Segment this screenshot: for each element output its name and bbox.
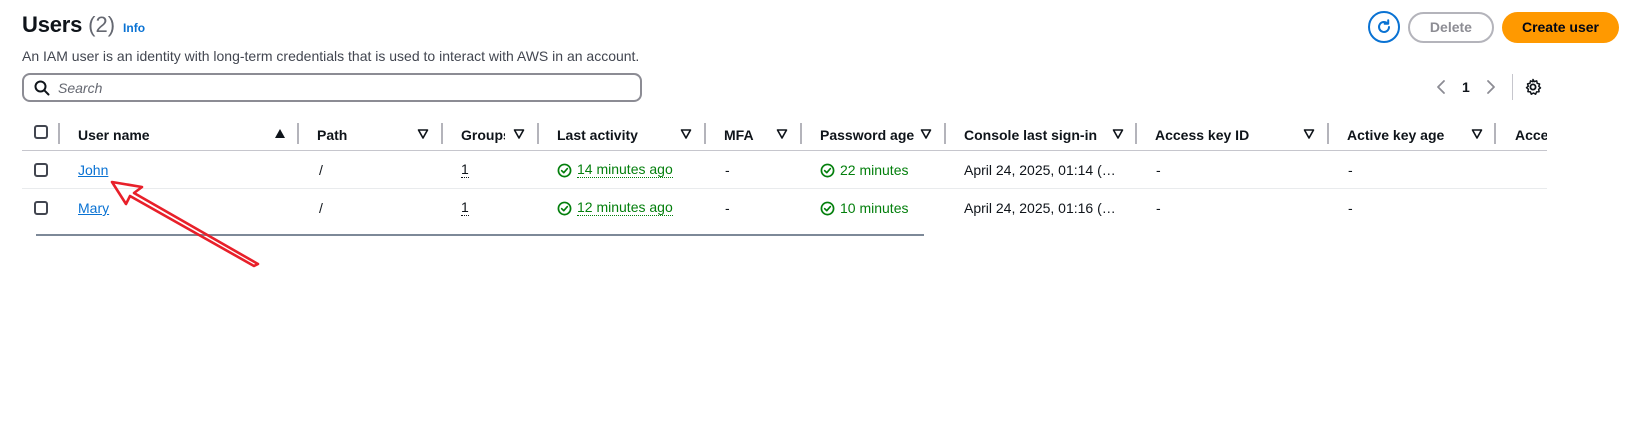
path-cell: / <box>319 162 323 178</box>
column-divider <box>1494 123 1496 144</box>
column-header-active-key-age[interactable]: Active key age <box>1347 118 1467 151</box>
access-key-id-cell: - <box>1156 200 1161 216</box>
table-row: John / 1 14 minutes ago - 22 minutes Apr… <box>22 151 1547 189</box>
next-page-button[interactable] <box>1482 78 1500 96</box>
create-user-button[interactable]: Create user <box>1501 11 1619 43</box>
column-divider <box>704 123 706 144</box>
column-header-mfa[interactable]: MFA <box>724 118 774 151</box>
current-page-number[interactable]: 1 <box>1462 79 1470 95</box>
search-input[interactable] <box>58 79 618 96</box>
column-header-user-name[interactable]: User name <box>78 118 228 151</box>
user-count: (2) <box>88 12 116 37</box>
password-age-status: 22 minutes <box>820 162 908 178</box>
column-header-groups[interactable]: Groups <box>461 118 505 151</box>
active-key-age-cell: - <box>1348 200 1353 216</box>
previous-page-button[interactable] <box>1432 78 1450 96</box>
mfa-cell: - <box>725 162 730 178</box>
column-header-console-last-sign-in[interactable]: Console last sign-in <box>964 118 1114 151</box>
column-divider <box>1135 123 1137 144</box>
column-divider <box>537 123 539 144</box>
horizontal-scrollbar[interactable] <box>36 234 924 236</box>
sort-icon[interactable] <box>1303 128 1315 140</box>
user-name-link[interactable]: Mary <box>78 200 109 216</box>
refresh-icon <box>1377 19 1390 33</box>
sort-icon[interactable] <box>680 128 692 140</box>
row-checkbox[interactable] <box>34 163 48 177</box>
row-checkbox[interactable] <box>34 201 48 215</box>
sort-icon[interactable] <box>417 128 429 140</box>
page-header: Users (2) Info <box>22 12 145 38</box>
table-row: Mary / 1 12 minutes ago - 10 minutes Apr… <box>22 189 1547 227</box>
column-divider <box>297 123 299 144</box>
iam-users-page: Users (2) Info An IAM user is an identit… <box>0 0 1637 446</box>
success-check-icon <box>557 201 572 215</box>
path-cell: / <box>319 200 323 216</box>
column-divider <box>800 123 802 144</box>
last-activity-status[interactable]: 14 minutes ago <box>557 162 673 178</box>
sort-icon[interactable] <box>1112 128 1124 140</box>
select-all-checkbox[interactable] <box>34 125 48 139</box>
gear-icon[interactable] <box>1524 78 1542 96</box>
access-key-id-cell: - <box>1156 162 1161 178</box>
column-header-password-age[interactable]: Password age <box>820 118 930 151</box>
sort-icon[interactable] <box>1471 128 1483 140</box>
pagination: 1 <box>1432 78 1500 96</box>
header-actions: Delete Create user <box>1367 11 1619 43</box>
page-title: Users <box>22 12 83 37</box>
last-activity-status[interactable]: 12 minutes ago <box>557 200 673 216</box>
success-check-icon <box>820 163 835 177</box>
sort-icon[interactable] <box>920 128 932 140</box>
password-age-text: 22 minutes <box>840 162 909 178</box>
column-header-access[interactable]: Access <box>1515 118 1547 151</box>
mfa-cell: - <box>725 200 730 216</box>
sort-icon[interactable] <box>513 128 525 140</box>
column-divider <box>441 123 443 144</box>
column-divider <box>944 123 946 144</box>
users-table: User name Path Groups Last activity MFA … <box>22 118 1547 227</box>
chevron-left-icon <box>1437 80 1445 94</box>
last-activity-text: 12 minutes ago <box>577 199 673 216</box>
page-description: An IAM user is an identity with long-ter… <box>22 48 640 64</box>
groups-count[interactable]: 1 <box>461 162 469 178</box>
column-header-path[interactable]: Path <box>317 118 397 151</box>
info-link[interactable]: Info <box>123 21 145 35</box>
sort-ascending-icon[interactable] <box>274 128 286 140</box>
column-divider <box>1327 123 1329 144</box>
refresh-button[interactable] <box>1367 11 1400 43</box>
column-header-last-activity[interactable]: Last activity <box>557 118 667 151</box>
password-age-status: 10 minutes <box>820 200 908 216</box>
table-header: User name Path Groups Last activity MFA … <box>22 118 1547 151</box>
chevron-right-icon <box>1486 80 1495 94</box>
column-header-access-key-id[interactable]: Access key ID <box>1155 118 1275 151</box>
user-name-link[interactable]: John <box>78 162 108 178</box>
groups-count[interactable]: 1 <box>461 200 469 216</box>
column-divider <box>58 123 60 144</box>
console-last-sign-in-cell: April 24, 2025, 01:14 (… <box>964 162 1116 178</box>
search-icon <box>34 80 50 95</box>
search-box[interactable] <box>22 73 642 102</box>
success-check-icon <box>557 163 572 177</box>
success-check-icon <box>820 201 835 215</box>
console-last-sign-in-cell: April 24, 2025, 01:16 (… <box>964 200 1116 216</box>
last-activity-text: 14 minutes ago <box>577 161 673 178</box>
active-key-age-cell: - <box>1348 162 1353 178</box>
delete-button[interactable]: Delete <box>1407 11 1494 43</box>
pagination-divider <box>1512 74 1513 100</box>
password-age-text: 10 minutes <box>840 200 909 216</box>
sort-icon[interactable] <box>776 128 788 140</box>
